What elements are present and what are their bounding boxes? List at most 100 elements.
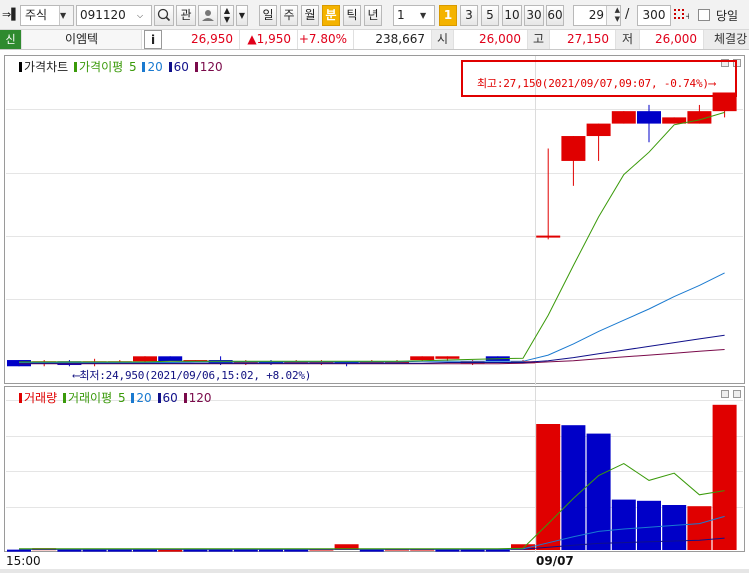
volume-ma-20: 20: [136, 391, 152, 405]
search-button[interactable]: [154, 5, 174, 26]
minute-30-button[interactable]: 30: [524, 5, 544, 26]
link-arrow-icon[interactable]: ⇒▌: [2, 5, 20, 26]
volume-ma-5: 5: [117, 391, 126, 405]
low-label: 저: [616, 30, 640, 49]
info-button[interactable]: i: [144, 30, 162, 49]
price-ma-title: 가격이평: [79, 60, 124, 74]
high-price: 27,150: [550, 30, 616, 49]
chevron-down-icon[interactable]: ⌵: [137, 6, 151, 25]
panel-minimize-icon[interactable]: [721, 390, 729, 398]
period-week-button[interactable]: 주: [280, 5, 298, 26]
low-annotation: ⟵최저:24,950(2021/09/06,15:02, +8.02%): [73, 369, 312, 382]
minute-3-button[interactable]: 3: [460, 5, 478, 26]
candle-up: [435, 356, 460, 359]
high-annotation: 최고:27,150(2021/09/07,09:07, -0.74%)⟶: [477, 77, 716, 90]
high-label: 고: [528, 30, 550, 49]
strength-label: 체결강: [704, 30, 749, 49]
volume-bar-down: [586, 433, 611, 550]
volume-ma-60: 60: [162, 391, 178, 405]
new-listing-badge: 신: [0, 30, 22, 49]
low-price: 26,000: [640, 30, 704, 49]
stepper-updown[interactable]: ▲ ▼: [220, 5, 234, 26]
candle-up: [410, 356, 435, 361]
page-current-input[interactable]: 29 ▲ ▼: [573, 5, 621, 26]
volume-ma-title: 거래이평: [67, 391, 113, 405]
current-price: 26,950: [166, 30, 240, 49]
price-legend: 가격차트 가격이평 5 20 60 120: [19, 58, 225, 75]
open-price: 26,000: [454, 30, 528, 49]
volume-ma-120: 120: [188, 391, 212, 405]
ma20-line: [19, 272, 725, 363]
zoom-grid-icon[interactable]: +: [673, 8, 693, 22]
price-change: ▲1,950: [240, 30, 298, 49]
x-axis-label-date: 09/07: [536, 554, 574, 568]
candle-up: [611, 111, 636, 124]
investor-button[interactable]: [198, 5, 218, 26]
market-select-value: 주식: [25, 8, 48, 22]
chevron-down-icon[interactable]: ▼: [59, 6, 73, 25]
period-month-button[interactable]: 월: [301, 5, 319, 26]
quote-bar: 신 이엠텍 i 26,950 ▲1,950 +7.80% 238,667 시 2…: [0, 30, 749, 50]
minute-10-button[interactable]: 10: [502, 5, 522, 26]
arrow-down-icon[interactable]: ▼: [221, 15, 233, 24]
trade-volume: 238,667: [354, 30, 432, 49]
volume-legend: 거래량 거래이평 5 20 60 120: [19, 389, 214, 406]
stock-code-input[interactable]: 091120 ⌵: [76, 5, 152, 26]
price-ma-5: 5: [129, 60, 137, 74]
chart-scrollbar[interactable]: [0, 569, 749, 573]
magnifier-icon: [157, 8, 171, 22]
minute-60-button[interactable]: 60: [546, 5, 564, 26]
volume-chart-panel[interactable]: 거래량 거래이평 5 20 60 120: [4, 386, 745, 553]
period-minute-button[interactable]: 분: [322, 5, 340, 26]
chart-toolbar: ⇒▌ 주식 ▼ 091120 ⌵ 관 ▲ ▼ ▼ 일 주 월 분 틱 년 1 ▼…: [0, 0, 749, 30]
interval-select[interactable]: 1 ▼: [393, 5, 435, 26]
volume-bar-down: [637, 500, 661, 550]
watchlist-button[interactable]: 관: [176, 5, 196, 26]
volume-bar-up: [536, 424, 561, 550]
today-checkbox[interactable]: [698, 9, 710, 21]
arrow-up-icon[interactable]: ▲: [221, 6, 233, 15]
ma60-line: [19, 334, 725, 364]
panel-close-icon[interactable]: [733, 390, 741, 398]
candle-up: [586, 123, 611, 137]
small-dropdown[interactable]: ▼: [236, 5, 248, 26]
ma5-line: [19, 111, 725, 363]
period-tick-button[interactable]: 틱: [343, 5, 361, 26]
volume-bar-down: [662, 505, 687, 550]
candle-up: [561, 136, 586, 161]
svg-text:+: +: [685, 12, 689, 22]
stock-code-value: 091120: [80, 8, 126, 22]
candle-down: [637, 111, 661, 124]
price-ma-20: 20: [147, 60, 163, 74]
stock-name: 이엠텍: [22, 30, 142, 49]
interval-value: 1: [397, 8, 405, 22]
page-current-value: 29: [588, 8, 604, 22]
minute-1-button[interactable]: 1: [439, 5, 457, 26]
candle-up: [133, 356, 157, 362]
volume-bar-up: [687, 506, 712, 550]
volume-bar-down: [561, 425, 586, 550]
market-select[interactable]: 주식 ▼: [20, 5, 74, 26]
x-axis-label-start: 15:00: [6, 554, 41, 568]
price-legend-title: 가격차트: [24, 60, 69, 74]
person-group-icon: [202, 10, 214, 21]
page-separator: /: [625, 7, 630, 22]
price-chart-panel[interactable]: 가격차트 가격이평 5 20 60 120 최고:27,150(2021/09/…: [4, 55, 745, 385]
change-percent: +7.80%: [298, 30, 354, 49]
minute-5-button[interactable]: 5: [481, 5, 499, 26]
chevron-down-icon: ▼: [238, 11, 246, 20]
page-total-input[interactable]: 300: [637, 5, 671, 26]
period-year-button[interactable]: 년: [364, 5, 382, 26]
candle-up: [536, 235, 561, 238]
today-label: 당일: [716, 9, 739, 23]
open-label: 시: [432, 30, 454, 49]
spin-arrows-icon[interactable]: ▲ ▼: [606, 6, 620, 25]
price-ma-120: 120: [199, 60, 223, 74]
volume-legend-title: 거래량: [24, 391, 58, 405]
period-day-button[interactable]: 일: [259, 5, 277, 26]
chevron-down-icon[interactable]: ▼: [420, 6, 434, 25]
volume-bars: [7, 404, 737, 552]
candle-down: [158, 356, 183, 362]
price-ma-60: 60: [173, 60, 189, 74]
volume-bar-up: [712, 404, 737, 550]
